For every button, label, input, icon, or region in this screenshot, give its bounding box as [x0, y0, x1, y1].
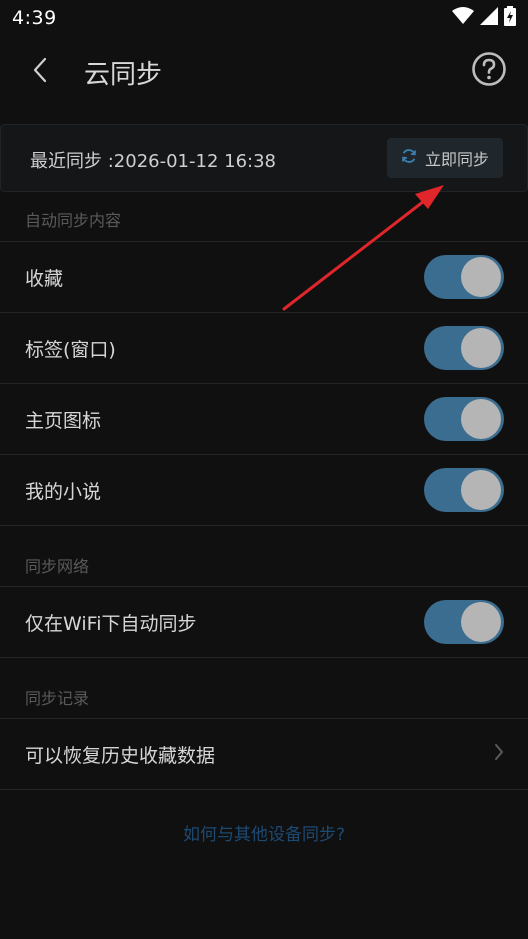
sync-status-card: 最近同步 :2026-01-12 16:38 立即同步	[0, 124, 528, 192]
divider	[0, 657, 528, 658]
list-item-homepage-icons[interactable]: 主页图标	[0, 383, 528, 454]
sync-now-button[interactable]: 立即同步	[387, 138, 503, 178]
last-sync-time: 最近同步 :2026-01-12 16:38	[30, 151, 276, 172]
section-header-auto-sync: 自动同步内容	[25, 211, 122, 230]
wifi-icon	[452, 7, 474, 29]
help-link[interactable]: 如何与其他设备同步?	[0, 820, 528, 845]
row-label: 我的小说	[25, 480, 102, 503]
toggle-knob	[461, 470, 501, 510]
toggle-wifi-only[interactable]	[424, 600, 504, 644]
sync-now-label: 立即同步	[424, 150, 489, 169]
toggle-favorites[interactable]	[424, 255, 504, 299]
row-label: 主页图标	[25, 409, 102, 432]
toggle-homepage-icons[interactable]	[424, 397, 504, 441]
list-item-tabs[interactable]: 标签(窗口)	[0, 312, 528, 383]
row-label: 收藏	[25, 267, 64, 290]
help-circle-icon	[471, 51, 507, 91]
row-label: 可以恢复历史收藏数据	[25, 744, 216, 767]
section-header-sync-network: 同步网络	[25, 557, 90, 576]
toggle-tabs[interactable]	[424, 326, 504, 370]
divider	[0, 525, 528, 526]
page-title: 云同步	[84, 60, 163, 90]
list-item-wifi-only[interactable]: 仅在WiFi下自动同步	[0, 586, 528, 657]
toggle-knob	[461, 602, 501, 642]
row-label: 标签(窗口)	[25, 338, 116, 361]
section-header-sync-records: 同步记录	[25, 689, 90, 708]
list-item-my-novels[interactable]: 我的小说	[0, 454, 528, 525]
toggle-knob	[461, 399, 501, 439]
divider	[0, 789, 528, 790]
toggle-knob	[461, 328, 501, 368]
list-item-restore-history[interactable]: 可以恢复历史收藏数据	[0, 718, 528, 789]
status-icons	[452, 6, 516, 30]
toggle-knob	[461, 257, 501, 297]
row-label: 仅在WiFi下自动同步	[25, 612, 197, 635]
refresh-icon	[401, 148, 417, 168]
list-item-favorites[interactable]: 收藏	[0, 241, 528, 312]
toggle-my-novels[interactable]	[424, 468, 504, 512]
status-time: 4:39	[12, 7, 57, 29]
battery-icon	[504, 6, 516, 30]
chevron-left-icon	[32, 57, 48, 87]
back-button[interactable]	[20, 52, 60, 92]
help-button[interactable]	[470, 52, 508, 90]
app-bar: 云同步	[0, 36, 528, 108]
status-bar: 4:39	[0, 0, 528, 36]
signal-icon	[480, 7, 498, 29]
chevron-right-icon	[494, 743, 504, 765]
